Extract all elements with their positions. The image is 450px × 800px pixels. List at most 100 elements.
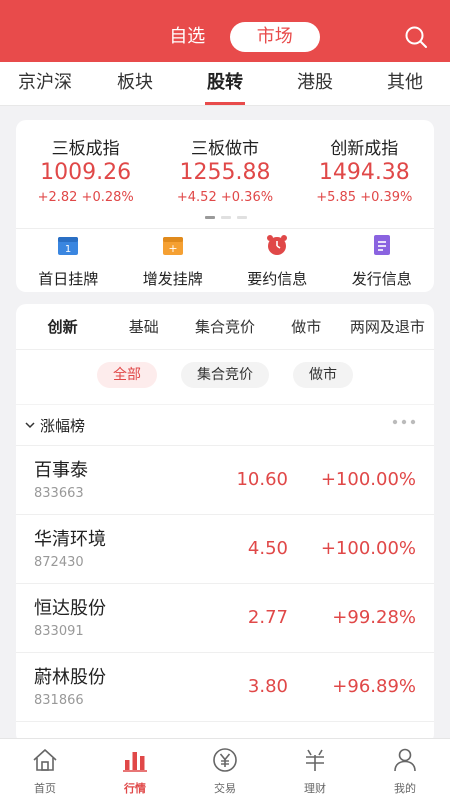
tab-sectors[interactable]: 板块 <box>90 62 180 105</box>
subtab-basic[interactable]: 基础 <box>103 316 184 337</box>
index-item[interactable]: 创新成指 1494.38 +5.85 +0.39% <box>295 134 434 205</box>
search-icon[interactable] <box>404 25 428 49</box>
page-indicator <box>202 216 250 219</box>
calendar-plus-icon: + <box>162 237 183 255</box>
quick-label: 增发挂牌 <box>142 270 203 288</box>
quick-first-day-listing[interactable]: 1 首日挂牌 <box>16 232 121 289</box>
divider <box>16 228 434 229</box>
stock-row[interactable]: 华清环境 872430 4.50 +100.00% <box>16 515 434 584</box>
index-change-pct: +0.28% <box>81 190 134 205</box>
alarm-clock-icon <box>267 235 288 255</box>
index-change-value: +2.82 <box>37 190 78 205</box>
stock-list-card: 创新 基础 集合竞价 做市 两网及退市 全部 集合竞价 做市 涨幅榜 百事泰 8… <box>16 304 434 744</box>
segment-watchlist[interactable]: 自选 <box>145 22 230 52</box>
stock-code: 831866 <box>34 693 84 708</box>
more-icon[interactable] <box>392 419 416 425</box>
stock-name: 蔚林股份 <box>34 667 106 688</box>
stock-row[interactable]: 百事泰 833663 10.60 +100.00% <box>16 446 434 515</box>
subtab-call-auction[interactable]: 集合竞价 <box>184 316 265 337</box>
nav-label: 我的 <box>394 782 416 795</box>
subtab-delisted[interactable]: 两网及退市 <box>347 316 428 337</box>
stock-price: 4.50 <box>247 538 288 559</box>
index-item[interactable]: 三板做市 1255.88 +4.52 +0.36% <box>155 134 294 205</box>
svg-text:1: 1 <box>65 244 71 255</box>
index-change: +4.52 +0.36% <box>155 190 294 205</box>
user-icon <box>394 748 416 772</box>
market-tabs: 京沪深 板块 股转 港股 其他 <box>0 62 450 106</box>
section-title: 涨幅榜 <box>40 416 86 435</box>
chevron-down-icon <box>25 422 35 429</box>
stock-change-pct: +96.89% <box>332 676 416 697</box>
index-change: +5.85 +0.39% <box>295 190 434 205</box>
home-icon <box>33 749 57 771</box>
stock-code: 833091 <box>34 624 84 639</box>
index-change-value: +5.85 <box>316 190 357 205</box>
index-change: +2.82 +0.28% <box>16 190 155 205</box>
index-name: 创新成指 <box>330 139 399 159</box>
nav-quotes[interactable]: 行情 <box>90 739 180 800</box>
index-list: 三板成指 1009.26 +2.82 +0.28% 三板做市 1255.88 +… <box>16 120 434 205</box>
yuan-coin-icon <box>213 748 237 772</box>
stock-code: 833663 <box>34 486 84 501</box>
svg-text:+: + <box>168 242 177 255</box>
nav-label: 行情 <box>124 782 146 795</box>
index-value: 1494.38 <box>318 160 410 185</box>
gainers-section-header[interactable]: 涨幅榜 <box>16 404 434 446</box>
nav-label: 交易 <box>214 782 236 795</box>
filter-chips: 全部 集合竞价 做市 <box>16 350 434 404</box>
layer-tabs: 创新 基础 集合竞价 做市 两网及退市 <box>16 304 434 350</box>
subtab-innovation[interactable]: 创新 <box>22 316 103 337</box>
quick-tender-offer[interactable]: 要约信息 <box>225 232 330 289</box>
finance-icon <box>306 749 324 771</box>
index-value: 1255.88 <box>179 160 271 185</box>
index-name: 三板成指 <box>51 139 120 159</box>
tab-neeq[interactable]: 股转 <box>180 62 270 105</box>
stock-change-pct: +99.28% <box>332 607 416 628</box>
stock-name: 百事泰 <box>34 460 88 481</box>
stock-row[interactable]: 恒达股份 833091 2.77 +99.28% <box>16 584 434 653</box>
nav-label: 理财 <box>304 782 326 795</box>
quick-label: 发行信息 <box>351 270 412 288</box>
stock-name: 恒达股份 <box>34 598 106 619</box>
stock-change-pct: +100.00% <box>320 538 416 559</box>
stock-price: 2.77 <box>247 607 288 628</box>
quick-actions: 1 首日挂牌 + 增发挂牌 要约信息 发行信息 <box>16 232 434 289</box>
quick-label: 首日挂牌 <box>38 270 99 288</box>
index-item[interactable]: 三板成指 1009.26 +2.82 +0.28% <box>16 134 155 205</box>
stock-name: 华清环境 <box>34 529 106 550</box>
page-dot <box>237 216 247 219</box>
calendar-icon: 1 <box>58 237 79 255</box>
stock-row[interactable]: 蔚林股份 831866 3.80 +96.89% <box>16 653 434 722</box>
filter-call-auction[interactable]: 集合竞价 <box>181 362 269 388</box>
stock-change-pct: +100.00% <box>320 469 416 490</box>
index-change-pct: +0.36% <box>220 190 274 205</box>
page-dot <box>205 216 215 219</box>
tab-hk-stocks[interactable]: 港股 <box>270 62 360 105</box>
app-header: 自选 市场 <box>0 0 450 62</box>
stock-price: 3.80 <box>247 676 288 697</box>
page-dot <box>221 216 231 219</box>
nav-trade[interactable]: 交易 <box>180 739 270 800</box>
nav-home[interactable]: 首页 <box>0 739 90 800</box>
filter-market-making[interactable]: 做市 <box>293 362 353 388</box>
stock-price: 10.60 <box>236 469 288 490</box>
subtab-market-making[interactable]: 做市 <box>266 316 347 337</box>
bar-chart-icon <box>123 752 147 772</box>
tab-others[interactable]: 其他 <box>360 62 450 105</box>
nav-profile[interactable]: 我的 <box>360 739 450 800</box>
quick-label: 要约信息 <box>247 270 308 288</box>
bottom-nav: 首页 行情 交易 理财 我的 <box>0 738 450 800</box>
index-name: 三板做市 <box>190 139 259 159</box>
nav-finance[interactable]: 理财 <box>270 739 360 800</box>
index-value: 1009.26 <box>40 160 132 185</box>
segment-market[interactable]: 市场 <box>229 22 320 52</box>
stock-code: 872430 <box>34 555 84 570</box>
index-card: 三板成指 1009.26 +2.82 +0.28% 三板做市 1255.88 +… <box>16 120 434 292</box>
nav-label: 首页 <box>34 782 56 795</box>
tab-a-shares[interactable]: 京沪深 <box>0 62 90 105</box>
quick-additional-listing[interactable]: + 增发挂牌 <box>121 232 226 289</box>
index-change-pct: +0.39% <box>360 190 413 205</box>
index-change-value: +4.52 <box>176 190 217 205</box>
filter-all[interactable]: 全部 <box>97 362 157 388</box>
quick-issuance[interactable]: 发行信息 <box>330 232 435 289</box>
